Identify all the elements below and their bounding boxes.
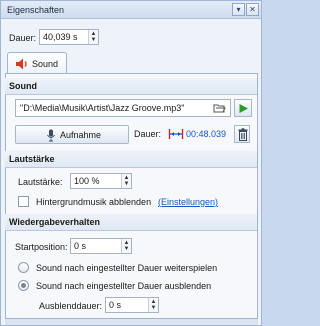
folder-open-icon[interactable] <box>213 102 226 114</box>
microphone-icon <box>47 129 55 142</box>
radio-fade-out-label: Sound nach eingestellter Dauer ausblende… <box>36 281 212 291</box>
fade-background-label: Hintergrundmusik abblenden <box>36 197 152 207</box>
speaker-icon <box>16 58 27 70</box>
play-button[interactable] <box>234 99 252 117</box>
volume-label: Lautstärke: <box>18 177 63 187</box>
settings-link[interactable]: (Einstellungen) <box>158 197 218 207</box>
fade-background-checkbox[interactable] <box>18 196 29 207</box>
tab-sound-label: Sound <box>32 59 59 69</box>
panel-title: Eigenschaften <box>7 5 65 15</box>
fadeout-duration-value: 0 s <box>109 300 122 310</box>
stepper-down-icon[interactable]: ▼ <box>123 181 130 187</box>
sound-duration-value: 00:48.039 <box>186 129 227 139</box>
sound-duration-label: Dauer: <box>134 129 162 139</box>
section-playback-heading: Wiedergabeverhalten <box>9 217 100 227</box>
section-volume-heading: Lautstärke <box>9 154 55 164</box>
start-position-input[interactable]: 0 s ▲ ▼ <box>70 238 132 254</box>
section-playback: Wiedergabeverhalten <box>5 214 257 231</box>
close-icon[interactable]: ✕ <box>246 3 259 16</box>
section-sound: Sound <box>5 78 257 95</box>
stepper-down-icon[interactable]: ▼ <box>90 37 97 43</box>
start-position-value: 0 s <box>74 241 87 251</box>
volume-stepper[interactable]: ▲ ▼ <box>121 174 131 188</box>
start-position-label: Startposition: <box>15 242 68 252</box>
duration-stepper[interactable]: ▲ ▼ <box>88 30 98 44</box>
radio-continue-playing[interactable] <box>18 262 29 273</box>
dropdown-icon[interactable]: ▾ <box>232 3 245 16</box>
panel-titlebar: Eigenschaften ▾ ✕ <box>1 1 261 19</box>
record-button-label: Aufnahme <box>60 130 102 140</box>
volume-input[interactable]: 100 % ▲ ▼ <box>70 173 132 189</box>
properties-panel: Eigenschaften ▾ ✕ Dauer: 40,039 s ▲ ▼ So… <box>0 0 262 326</box>
record-button[interactable]: Aufnahme <box>15 125 129 144</box>
radio-selected-dot <box>21 283 26 288</box>
section-volume: Lautstärke <box>5 151 257 168</box>
tab-sound[interactable]: Sound <box>7 52 67 74</box>
radio-continue-playing-label: Sound nach eingestellter Dauer weiterspi… <box>36 263 218 273</box>
fadeout-duration-input[interactable]: 0 s ▲ ▼ <box>105 297 159 313</box>
fadeout-duration-stepper[interactable]: ▲ ▼ <box>148 298 158 312</box>
volume-value: 100 % <box>74 176 100 186</box>
sound-file-path[interactable]: "D:\Media\Musik\Artist\Jazz Groove.mp3" <box>15 99 231 117</box>
sound-file-path-text: "D:\Media\Musik\Artist\Jazz Groove.mp3" <box>20 103 185 113</box>
stepper-down-icon[interactable]: ▼ <box>123 246 130 252</box>
delete-button[interactable] <box>234 125 250 143</box>
stepper-down-icon[interactable]: ▼ <box>150 305 157 311</box>
trash-icon <box>238 128 248 141</box>
bottom-edge <box>5 319 258 325</box>
duration-input[interactable]: 40,039 s ▲ ▼ <box>39 29 99 45</box>
section-sound-heading: Sound <box>9 81 37 91</box>
duration-label: Dauer: <box>9 33 37 43</box>
play-icon <box>239 104 248 113</box>
radio-fade-out[interactable] <box>18 280 29 291</box>
fadeout-duration-label: Ausblenddauer: <box>39 301 103 311</box>
duration-value: 40,039 s <box>43 32 78 42</box>
duration-span-icon <box>168 129 184 139</box>
start-position-stepper[interactable]: ▲ ▼ <box>121 239 131 253</box>
